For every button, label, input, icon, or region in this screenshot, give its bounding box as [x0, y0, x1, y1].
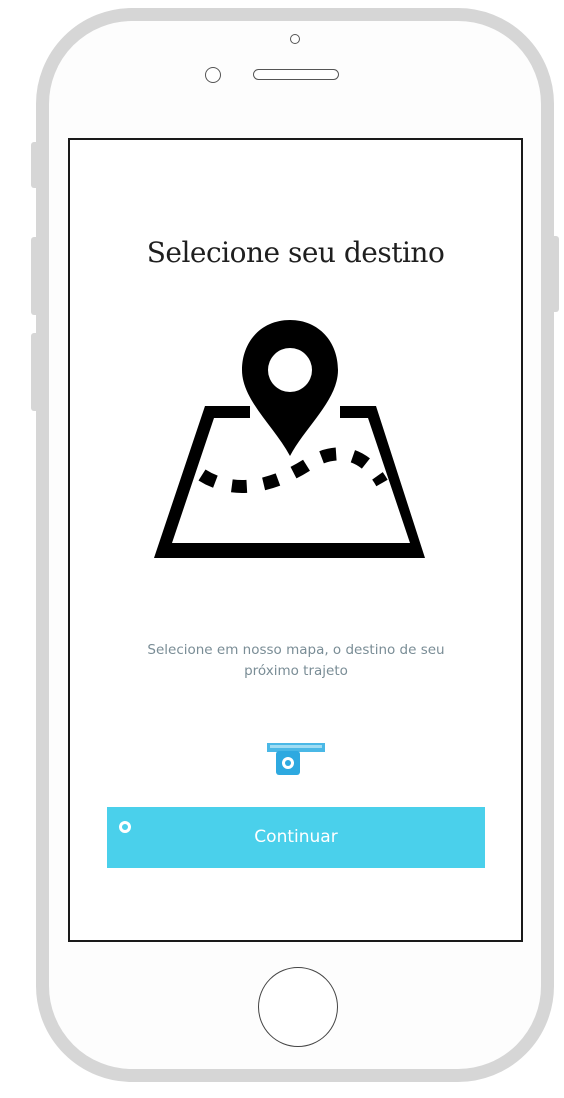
proximity-sensor: [205, 67, 221, 83]
description-line-2: próximo trajeto: [244, 663, 348, 679]
description-line-1: Selecione em nosso mapa, o destino de se…: [147, 642, 445, 658]
page-title: Selecione seu destino: [146, 236, 445, 269]
map-pin-route-icon: [154, 320, 425, 558]
radio-indicator-icon: [119, 821, 131, 833]
continue-button[interactable]: Continuar: [107, 807, 485, 868]
home-button[interactable]: [258, 967, 338, 1047]
front-camera: [290, 34, 300, 44]
earpiece-speaker: [253, 69, 339, 80]
continue-button-label: Continuar: [254, 827, 338, 847]
ticket-camera-icon: [267, 743, 325, 775]
description-text: Selecione em nosso mapa, o destino de se…: [118, 640, 474, 682]
